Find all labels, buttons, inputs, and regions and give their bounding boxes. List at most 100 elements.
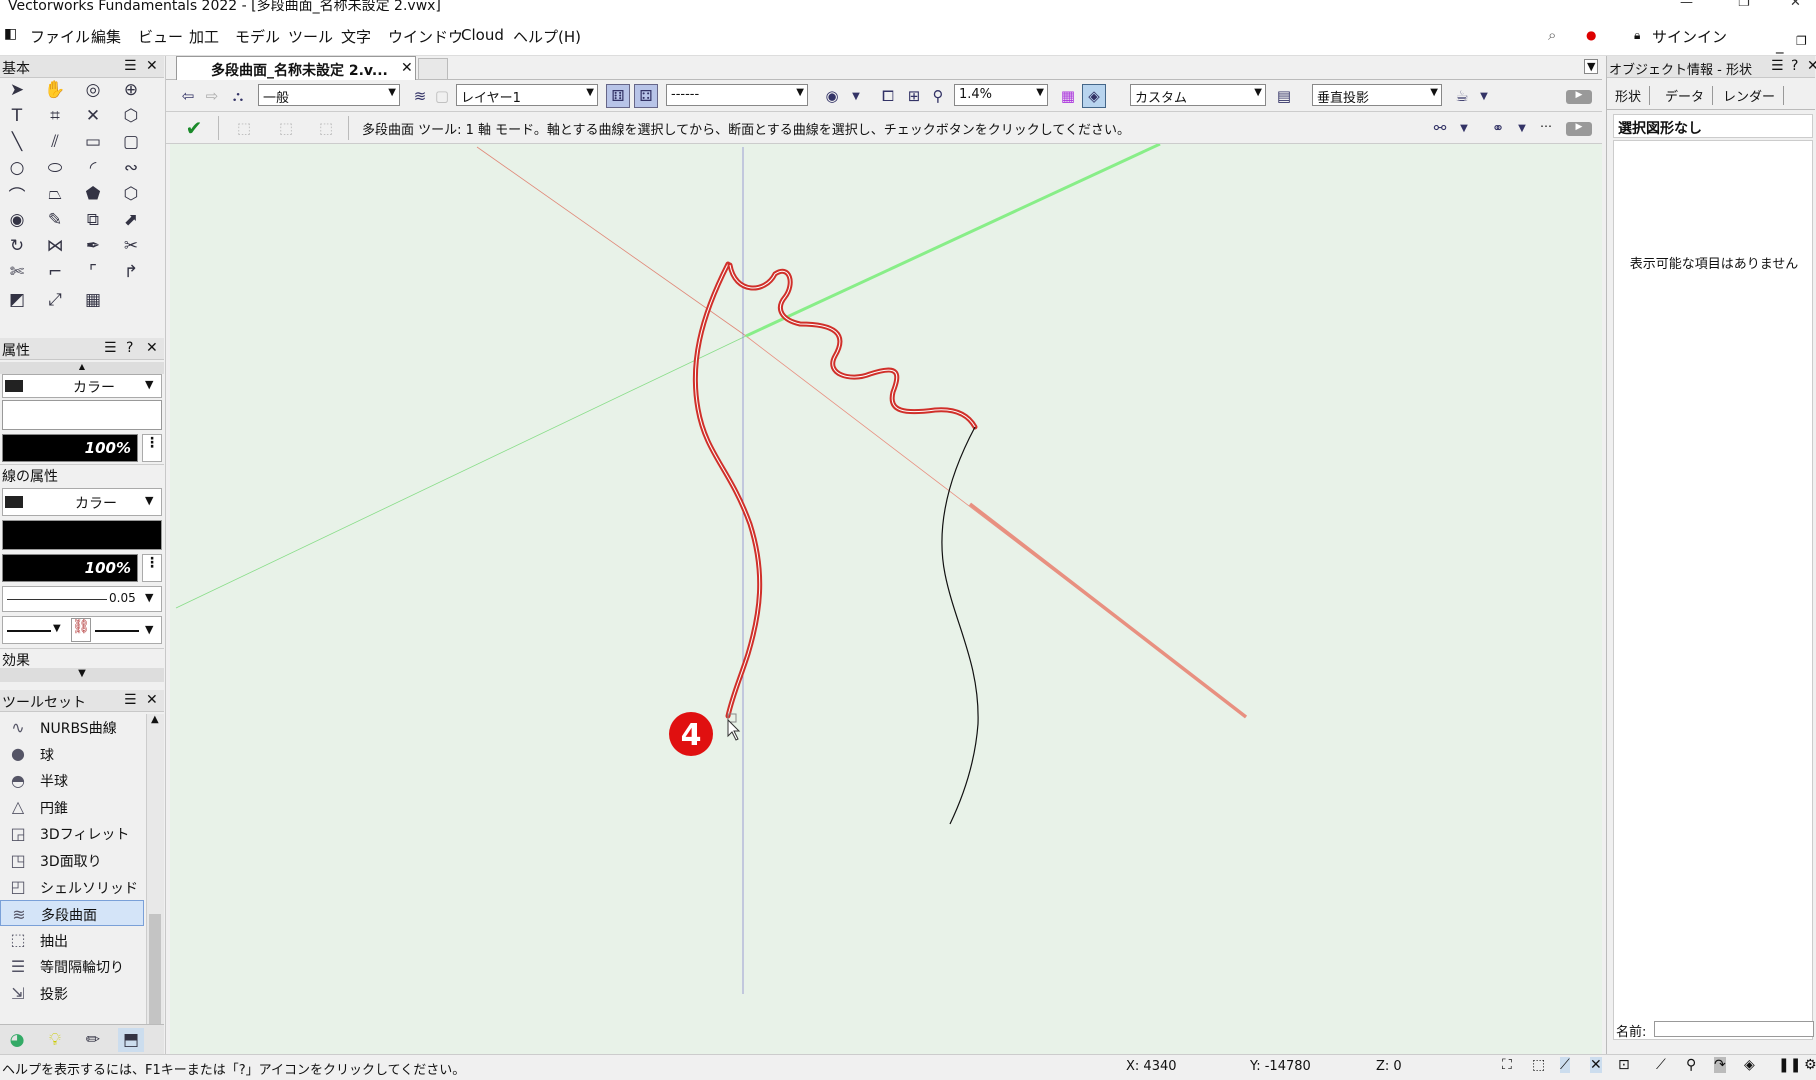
app-icon[interactable]: ◧ [4, 26, 17, 42]
snap-working-plane-icon[interactable]: ◈ [1744, 1057, 1755, 1073]
mirror-tool-icon[interactable]: ⋈ [42, 234, 68, 258]
snap-distance-icon[interactable]: ⊡ [1618, 1057, 1630, 1073]
rotate-tool-icon[interactable]: ↻ [4, 234, 30, 258]
close-palette-icon[interactable]: ✕ [146, 58, 158, 74]
locus-tool-icon[interactable]: ✕ [80, 104, 106, 128]
expand-bar-icon[interactable]: ▶ [1566, 90, 1592, 104]
expand-bar-icon[interactable]: ▶ [1566, 122, 1592, 136]
new-tab-button[interactable] [418, 58, 448, 80]
projection-dropdown[interactable]: 垂直投影 ▼ [1312, 84, 1442, 106]
chamfer-tool-icon[interactable]: ⌜ [80, 260, 106, 284]
more-options-icon[interactable]: ⋮ [142, 554, 162, 582]
zoom-icon[interactable]: ⚲ [926, 84, 950, 108]
3d-locus-tool-icon[interactable]: ⬡ [118, 104, 144, 128]
chevron-down-icon[interactable]: ▼ [1472, 84, 1496, 108]
restore-down-icon[interactable]: _ [1776, 36, 1784, 54]
menu-view[interactable]: ビュー [138, 26, 183, 47]
help-icon[interactable]: ? [1791, 58, 1798, 74]
line-opacity-bar[interactable]: 100% [2, 554, 138, 582]
restore-icon[interactable]: ❐ [1796, 34, 1807, 48]
attribute-mapping-tool-icon[interactable]: ▦ [80, 288, 106, 312]
chevron-down-icon[interactable]: ▼ [1452, 116, 1476, 140]
double-polygon-tool-icon[interactable]: ⬟ [80, 182, 106, 206]
move-tool-icon[interactable]: ⤢ [42, 288, 68, 312]
resize-tool-icon[interactable]: ⧉ [80, 208, 106, 232]
forward-icon[interactable]: ⇨ [200, 84, 224, 108]
checkmark-button[interactable]: ✔ [182, 116, 206, 140]
layer-dropdown[interactable]: レイヤー1 ▼ [456, 84, 598, 106]
working-plane-icon[interactable]: ⚭ [1486, 116, 1510, 140]
toolset-item[interactable]: ⬚ 抽出 [0, 927, 144, 953]
snap-object-icon[interactable]: ⬚ [1532, 1057, 1545, 1073]
rail-curve[interactable] [727, 262, 978, 430]
class-icon[interactable]: ⛬ [226, 84, 250, 108]
circle-tool-icon[interactable]: ○ [4, 156, 30, 180]
saved-view-dropdown[interactable]: ------ ▼ [666, 84, 808, 106]
search-icon[interactable]: ⌕ [1548, 26, 1556, 44]
signin-link[interactable]: サインイン [1652, 26, 1727, 47]
line-thickness-dropdown[interactable]: 0.05 ▼ [2, 586, 162, 612]
visualization-icon[interactable]: ◕ [4, 1028, 30, 1052]
connect-tool-icon[interactable]: ↱ [118, 260, 144, 284]
fill-style-dropdown[interactable]: カラー ▼ [2, 374, 162, 398]
back-icon[interactable]: ⇦ [176, 84, 200, 108]
settings-icon[interactable]: ⚙ [1804, 1057, 1816, 1073]
polyline-tool-icon[interactable]: ⌒ [4, 182, 30, 207]
polygon-tool-icon[interactable]: ⏢ [42, 182, 68, 206]
menu-icon[interactable]: ☰ [1771, 58, 1784, 74]
fill-opacity-bar[interactable]: 100% [2, 434, 138, 462]
mode-birail-icon[interactable]: ⬚ [314, 116, 338, 140]
chevron-down-icon[interactable]: ▼ [1510, 116, 1534, 140]
menu-icon[interactable]: ☰ [104, 340, 117, 356]
more-options-icon[interactable]: ⋮ [142, 434, 162, 462]
fill-color-swatch[interactable] [2, 400, 162, 430]
callout-tool-icon[interactable]: ⌗ [42, 104, 68, 128]
zoom-tool-icon[interactable]: ⊕ [118, 78, 144, 102]
spiral-tool-icon[interactable]: ◉ [4, 208, 30, 232]
render-mode-icon[interactable]: ▦ [1056, 84, 1080, 108]
second-profile-curve[interactable] [941, 426, 979, 825]
chevron-down-icon[interactable]: ▼ [1584, 59, 1599, 74]
toolset-item[interactable]: △ 円錐 [0, 794, 144, 820]
toolset-item[interactable]: ◳ 3D面取り [0, 847, 144, 873]
snap-tangent-icon[interactable]: ⟋ [1656, 1057, 1666, 1073]
document-tab[interactable]: 多段曲面_名称未設定 2.v... ✕ [176, 56, 416, 80]
visibility-icon[interactable]: ◉ [820, 84, 844, 108]
line-tool-icon[interactable]: ╲ [4, 130, 30, 154]
tab-shape[interactable]: 形状 [1615, 86, 1651, 105]
snap-point-icon[interactable]: ⚲ [1686, 1057, 1696, 1073]
drawing-canvas[interactable]: 4 [170, 144, 1602, 1054]
text-tool-icon[interactable]: T [4, 104, 30, 128]
layer-visibility-icon[interactable]: ⚅ [606, 84, 630, 108]
menu-help[interactable]: ヘルプ(H) [513, 26, 581, 47]
close-palette-icon[interactable]: ✕ [146, 340, 158, 356]
mode-one-rail-icon[interactable]: ⬚ [232, 116, 256, 140]
layer-icon[interactable]: ≋ [408, 84, 432, 108]
menu-window[interactable]: ウインドウ [388, 26, 463, 47]
snap-options-icon[interactable]: ⚯ [1428, 116, 1452, 140]
menu-icon[interactable]: ☰ [124, 58, 137, 74]
reshape-tool-icon[interactable]: ⬈ [118, 208, 144, 232]
maximize-icon[interactable]: ❐ [1738, 0, 1750, 10]
expand-icon[interactable]: ▼ [0, 668, 164, 682]
class-visibility-icon[interactable]: ⚃ [634, 84, 658, 108]
close-palette-icon[interactable]: ✕ [146, 692, 158, 708]
render-icon[interactable]: ☕︎ [1450, 84, 1474, 108]
layer-options-icon[interactable]: ▢ [430, 84, 454, 108]
split-tool-icon[interactable]: ✒ [80, 234, 106, 258]
dims-icon[interactable]: ✏ [80, 1028, 106, 1052]
minimize-icon[interactable]: — [1680, 0, 1693, 10]
fit-to-objects-icon[interactable]: ⧠ [876, 84, 900, 108]
toolset-item[interactable]: ∿ NURBS曲線 [0, 714, 144, 740]
freehand-tool-icon[interactable]: ∾ [118, 156, 144, 180]
pause-icon[interactable]: ❚❚ [1778, 1057, 1801, 1073]
tab-data[interactable]: データ [1665, 86, 1714, 105]
snap-edge-icon[interactable]: ↷ [1714, 1057, 1726, 1073]
toolset-item[interactable]: ● 球 [0, 741, 144, 767]
lights-icon[interactable]: 💡︎ [42, 1028, 68, 1052]
marker-link-icon[interactable]: ⛓ [71, 618, 91, 642]
snap-grid-icon[interactable]: ⛶ [1502, 1057, 1512, 1073]
clip-tool-icon[interactable]: ✄ [4, 260, 30, 284]
menu-text[interactable]: 文字 [341, 26, 371, 47]
menu-edit[interactable]: 編集 [91, 26, 121, 47]
